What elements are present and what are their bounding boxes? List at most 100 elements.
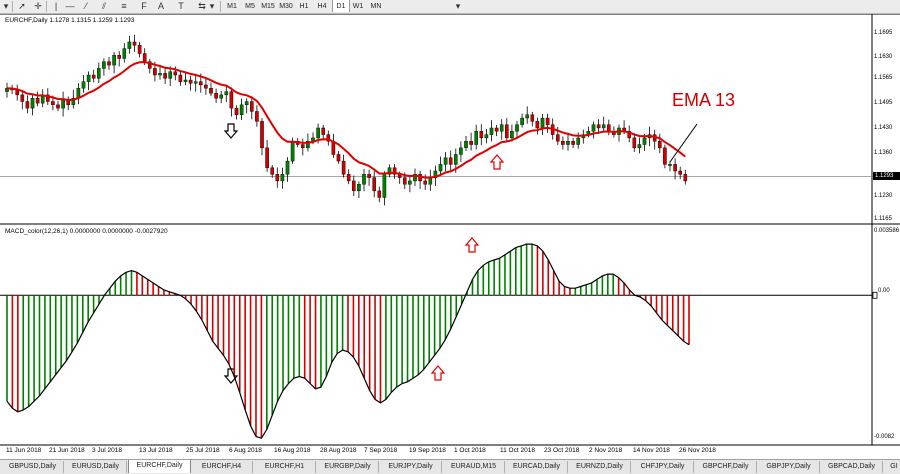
timeframe-m15[interactable]: M15 — [260, 0, 276, 13]
candle-body — [204, 84, 208, 89]
candle-body — [678, 170, 682, 175]
candle-body — [479, 131, 484, 139]
candle-body — [178, 74, 183, 82]
price-label: 1.1630 — [874, 54, 893, 60]
candle-body — [163, 73, 167, 79]
candle-body — [474, 131, 479, 145]
ema-annotation: EMA 13 — [672, 90, 736, 110]
tab-eurjpy-daily[interactable]: EURJPY,Daily — [380, 461, 442, 473]
candle-body — [535, 121, 540, 129]
timeframe-m5[interactable]: M5 — [242, 0, 258, 13]
timeframe-d1[interactable]: D1 — [332, 0, 350, 12]
candle-body — [601, 124, 606, 129]
timeframe-m1[interactable]: M1 — [224, 0, 240, 13]
trendline-icon[interactable]: ⁄ — [80, 0, 92, 13]
label-tool[interactable]: T — [175, 0, 187, 13]
candle-body — [51, 101, 55, 106]
tab-eurchf-h1[interactable]: EURCHF,H1 — [254, 461, 316, 473]
candle-body — [596, 124, 601, 129]
candle-body — [556, 134, 560, 142]
channel-icon[interactable]: ⫽ — [98, 0, 110, 13]
tab-euraud-m15[interactable]: EURAUD,M15 — [443, 461, 505, 473]
tab-gbpchf-daily[interactable]: GBPCHF,Daily — [695, 461, 757, 473]
candle-body — [367, 174, 371, 178]
candle-body — [158, 73, 162, 76]
tab-eurcad-daily[interactable]: EURCAD,Daily — [506, 461, 568, 473]
candle-body — [515, 124, 519, 132]
candle-body — [591, 124, 596, 132]
fibonacci-icon[interactable]: ≡ — [118, 0, 130, 13]
candle-body — [301, 144, 305, 149]
candle-body — [443, 157, 448, 165]
tab-eurchf-daily[interactable]: EURCHF,Daily — [128, 460, 191, 473]
timeframe-h4[interactable]: H4 — [314, 0, 330, 13]
candle-body — [96, 68, 101, 79]
candle-body — [673, 164, 677, 172]
chevron-down-icon[interactable]: ▾ — [452, 0, 464, 13]
candle-body — [510, 131, 514, 139]
macd-header: MACD_color(12,26,1) 0.0000000 0.0000000 … — [5, 228, 168, 235]
arrow-down-icon — [223, 123, 239, 139]
fibonacci-fan-icon[interactable]: F — [138, 0, 150, 13]
tab-eurchf-h4[interactable]: EURCHF,H4 — [191, 461, 253, 473]
dropdown-icon[interactable]: ▾ — [206, 0, 218, 13]
candle-body — [270, 167, 275, 175]
candle-body — [540, 117, 545, 129]
chart-canvas[interactable] — [0, 14, 900, 458]
tab-gbpusd-daily[interactable]: GBPUSD,Daily — [2, 461, 64, 473]
candle-body — [117, 54, 121, 59]
candle-body — [545, 117, 550, 125]
price-label: 1.1495 — [874, 100, 893, 106]
candle-body — [244, 101, 249, 106]
divider — [46, 1, 47, 12]
timeframe-mn[interactable]: MN — [368, 0, 384, 13]
timeframe-h1[interactable]: H1 — [296, 0, 312, 13]
date-label: 6 Aug 2018 — [229, 447, 262, 454]
chart-header: EURCHF,Daily 1.1278 1.1315 1.1259 1.1293 — [5, 17, 135, 24]
candle-body — [198, 81, 203, 86]
candle-body — [132, 41, 137, 46]
current-price-box: 1.1293 — [873, 172, 900, 180]
candle-body — [81, 81, 86, 89]
crosshair-icon[interactable]: ✛ — [32, 0, 44, 13]
pointer-icon[interactable]: ➚ — [16, 0, 28, 13]
tab-gbpjpy-daily[interactable]: GBPJPY,Daily — [758, 461, 820, 473]
text-tool[interactable]: A — [155, 0, 167, 13]
candle-body — [428, 177, 433, 185]
candle-body — [219, 94, 224, 99]
horizontal-line-icon[interactable]: — — [64, 0, 76, 13]
candle-body — [448, 157, 453, 165]
tab-gi[interactable]: GI — [884, 461, 900, 473]
candle-body — [571, 141, 575, 145]
arrow-up-icon — [489, 154, 505, 170]
candle-body — [561, 141, 565, 145]
candle-body — [683, 174, 688, 182]
candle-body — [336, 154, 341, 162]
macd-bottom-label: -0.0082 — [874, 434, 895, 440]
timeframe-m30[interactable]: M30 — [278, 0, 294, 13]
tab-eurgbp-daily[interactable]: EURGBP,Daily — [317, 461, 379, 473]
candle-body — [91, 74, 96, 79]
vertical-line-icon[interactable]: | — [50, 0, 62, 13]
candle-body — [607, 124, 611, 132]
tab-eurnzd-daily[interactable]: EURNZD,Daily — [569, 461, 631, 473]
candle-body — [372, 177, 377, 192]
date-label: 1 Oct 2018 — [454, 447, 486, 454]
candle-body — [209, 88, 213, 94]
tab-chfjpy-daily[interactable]: CHFJPY,Daily — [632, 461, 694, 473]
candle-body — [265, 147, 269, 168]
tab-eurusd-daily[interactable]: EURUSD,Daily — [65, 461, 127, 473]
date-label: 21 Jun 2018 — [49, 447, 85, 454]
candle-body — [290, 141, 295, 162]
candle-body — [142, 53, 147, 62]
date-label: 3 Jul 2018 — [92, 447, 122, 454]
chart-window[interactable]: EURCHF,Daily 1.1278 1.1315 1.1259 1.1293… — [0, 14, 900, 458]
candle-body — [341, 160, 346, 175]
candle-body — [489, 127, 494, 135]
tab-gbpcad-daily[interactable]: GBPCAD,Daily — [821, 461, 883, 473]
candle-body — [454, 154, 458, 165]
price-label: 1.1565 — [874, 75, 893, 81]
timeframe-w1[interactable]: W1 — [350, 0, 366, 13]
dropdown-icon[interactable]: ▾ — [0, 0, 12, 13]
date-label: 2 Nov 2018 — [589, 447, 623, 454]
